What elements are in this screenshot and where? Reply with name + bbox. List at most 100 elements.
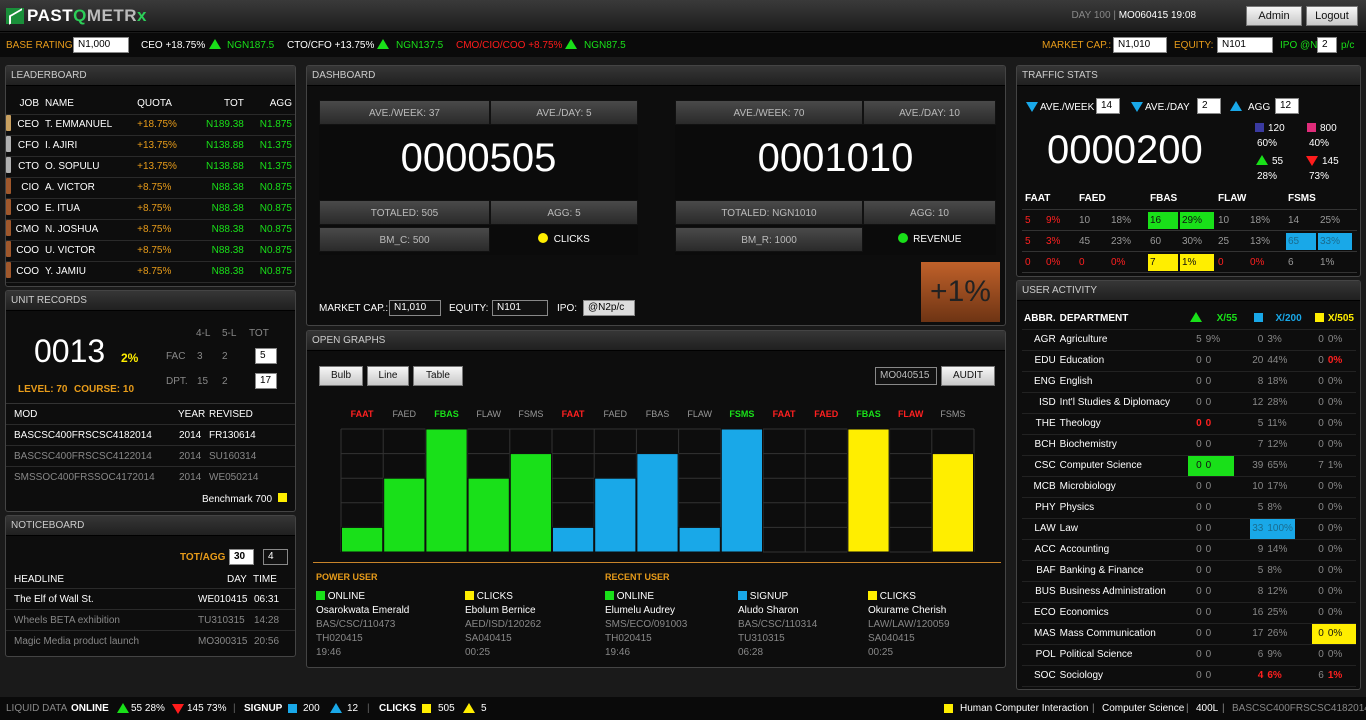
activity-row[interactable]: POL Political Science 0 0 6 9% 0 0% (1022, 644, 1356, 666)
week-field[interactable]: 14 (1096, 98, 1120, 114)
leaderboard-row[interactable]: CIO A. VICTOR +8.75% N88.38 N0.875 (6, 177, 295, 199)
avg-week-tab[interactable]: AVE./WEEK: 37 (319, 100, 490, 125)
chart-bar[interactable] (341, 526, 384, 553)
activity-row[interactable]: MAS Mass Communication 0 0 17 26% 0 0% (1022, 623, 1356, 645)
audit-code-field[interactable]: MO040515 (875, 367, 937, 385)
chart-bar[interactable] (552, 526, 595, 553)
logout-button[interactable]: Logout (1306, 6, 1358, 26)
notice-row[interactable]: Wheels BETA exhibition TU310315 14:28 (6, 609, 295, 630)
user-time: 00:25 (465, 647, 491, 658)
activity-row[interactable]: LAW Law 0 0 33 100% 0 0% (1022, 518, 1356, 540)
fac-tot-field[interactable]: 5 (255, 348, 277, 364)
ipo-field[interactable]: @N2p/c (583, 300, 635, 316)
agg-cell: N1.875 (246, 114, 295, 136)
module-row[interactable]: BASCSC400FRSCSC4182014 2014 FR130614 (6, 424, 295, 445)
chart-trend-icon (6, 8, 24, 24)
user-activity-panel: USER ACTIVITY ABBR. DEPARTMENT X/55 X/20… (1016, 280, 1361, 690)
leaderboard-row[interactable]: CEO T. EMMANUEL +18.75% N189.38 N1.875 (6, 114, 295, 136)
category-label: FSMS (518, 409, 543, 419)
activity-row[interactable]: ENG English 0 0 8 18% 0 0% (1022, 371, 1356, 393)
activity-row[interactable]: SOC Sociology 0 0 4 6% 6 1% (1022, 665, 1356, 687)
activity-row[interactable]: BAF Banking & Finance 0 0 5 8% 0 0% (1022, 560, 1356, 582)
leaderboard-row[interactable]: CTO O. SOPULU +13.75% N138.88 N1.375 (6, 156, 295, 178)
app-logo[interactable]: PAST Q METR x (6, 6, 147, 26)
activity-row[interactable]: EDU Education 0 0 20 44% 0 0% (1022, 350, 1356, 372)
chart-bar[interactable] (594, 477, 637, 553)
table-button[interactable]: Table (413, 366, 463, 386)
activity-pct: 14% (1265, 539, 1296, 561)
chart-bar[interactable] (847, 428, 890, 553)
activity-row[interactable]: ISD Int'l Studies & Diplomacy 0 0 12 28% 0 0% (1022, 392, 1356, 414)
chart-bar[interactable] (383, 477, 426, 553)
equity-field[interactable]: N101 (492, 300, 548, 316)
leaderboard-row[interactable]: COO Y. JAMIU +8.75% N88.38 N0.875 (6, 261, 295, 283)
activity-count: 5 (1250, 497, 1266, 519)
leaderboard-row[interactable]: CMO N. JOSHUA +8.75% N88.38 N0.875 (6, 219, 295, 241)
activity-row[interactable]: AGR Agriculture 5 9% 0 3% 0 0% (1022, 329, 1356, 351)
notice-row[interactable]: The Elf of Wall St. WE010415 06:31 (6, 588, 295, 609)
agg-field[interactable]: 4 (263, 549, 288, 565)
module-row[interactable]: SMSSOC400FRSSOC4172014 2014 WE050214 (6, 466, 295, 487)
user-card[interactable]: CLICKS Okurame Cherish LAW/LAW/120059 SA040… (868, 590, 996, 660)
breadcrumb-level[interactable]: 400L (1196, 697, 1218, 720)
activity-pct: 18% (1265, 371, 1296, 393)
chart-bar[interactable] (425, 428, 468, 553)
day-field[interactable]: 2 (1197, 98, 1221, 114)
market-cap-field[interactable]: N1,010 (389, 300, 441, 316)
avg-week-tab[interactable]: AVE./WEEK: 70 (675, 100, 863, 125)
totaled-tab[interactable]: TOTALED: NGN1010 (675, 200, 863, 225)
activity-row[interactable]: BUS Business Administration 0 0 8 12% 0 0% (1022, 581, 1356, 603)
dept-name: Banking & Finance (1057, 560, 1188, 582)
activity-row[interactable]: THE Theology 0 0 5 11% 0 0% (1022, 413, 1356, 435)
activity-row[interactable]: ECO Economics 0 0 16 25% 0 0% (1022, 602, 1356, 624)
chart-bar[interactable] (931, 453, 974, 553)
avg-day-tab[interactable]: AVE./DAY: 10 (863, 100, 996, 125)
bm-tab[interactable]: BM_C: 500 (319, 227, 490, 252)
audit-button[interactable]: AUDIT (941, 366, 995, 386)
breadcrumb-course[interactable]: Human Computer Interaction (960, 697, 1088, 720)
admin-button[interactable]: Admin (1246, 6, 1302, 26)
chart-bar[interactable] (720, 428, 763, 553)
avg-day-tab[interactable]: AVE./DAY: 5 (490, 100, 638, 125)
leaderboard-row[interactable]: CFO I. AJIRI +13.75% N138.88 N1.375 (6, 135, 295, 157)
line-button[interactable]: Line (367, 366, 409, 386)
chart-bar[interactable] (678, 526, 721, 553)
down-arrow-icon (1306, 156, 1318, 166)
notice-row[interactable]: Magic Media product launch MO300315 20:56 (6, 630, 295, 651)
tot-field[interactable]: 30 (229, 549, 254, 565)
equity-field[interactable]: N101 (1217, 37, 1273, 53)
totaled-tab[interactable]: TOTALED: 505 (319, 200, 490, 225)
activity-row[interactable]: BCH Biochemistry 0 0 7 12% 0 0% (1022, 434, 1356, 456)
agg-field[interactable]: 12 (1275, 98, 1299, 114)
agg-tab[interactable]: AGG: 5 (490, 200, 638, 225)
user-card[interactable]: ONLINE Elumelu Audrey SMS/ECO/091003 TH0204… (605, 590, 733, 660)
chart-bar[interactable] (509, 453, 553, 553)
user-card[interactable]: ONLINE Osarokwata Emerald BAS/CSC/110473 TH… (316, 590, 444, 660)
breadcrumb-module[interactable]: BASCSC400FRSCSC4182014 (1232, 697, 1366, 720)
ipo-field[interactable]: 2 (1317, 37, 1337, 53)
activity-row[interactable]: ACC Accounting 0 0 9 14% 0 0% (1022, 539, 1356, 561)
tot-cell: N138.88 (191, 135, 247, 157)
activity-row[interactable]: MCB Microbiology 0 0 10 17% 0 0% (1022, 476, 1356, 498)
agg-tab[interactable]: AGG: 10 (863, 200, 996, 225)
module-row[interactable]: BASCSC400FRSCSC4122014 2014 SU160314 (6, 445, 295, 466)
market-cap-field[interactable]: N1,010 (1113, 37, 1167, 53)
bulb-button[interactable]: Bulb (319, 366, 363, 386)
activity-count: 5 (1250, 560, 1266, 582)
leaderboard-row[interactable]: COO E. ITUA +8.75% N88.38 N0.875 (6, 198, 295, 220)
col-year: YEAR (178, 409, 206, 420)
activity-row[interactable]: CSC Computer Science 0 0 39 65% 7 1% (1022, 455, 1356, 477)
activity-row[interactable]: PHY Physics 0 0 5 8% 0 0% (1022, 497, 1356, 519)
user-card[interactable]: CLICKS Ebolum Bernice AED/ISD/120262 SA0404… (465, 590, 593, 660)
user-card[interactable]: SIGNUP Aludo Sharon BAS/CSC/110314 TU310315… (738, 590, 866, 660)
chart-bar[interactable] (467, 477, 510, 553)
breadcrumb-dept[interactable]: Computer Science (1102, 697, 1184, 720)
dpt-tot-field[interactable]: 17 (255, 373, 277, 389)
leaderboard-row[interactable]: COO U. VICTOR +8.75% N88.38 N0.875 (6, 240, 295, 262)
activity-count: 7 (1250, 434, 1266, 456)
chart-bar[interactable] (636, 453, 679, 553)
base-rating-field[interactable]: N1,000 (73, 37, 129, 53)
yellow-square-icon (1314, 312, 1324, 322)
bm-tab[interactable]: BM_R: 1000 (675, 227, 863, 252)
traffic-cell: 16 (1148, 212, 1178, 229)
